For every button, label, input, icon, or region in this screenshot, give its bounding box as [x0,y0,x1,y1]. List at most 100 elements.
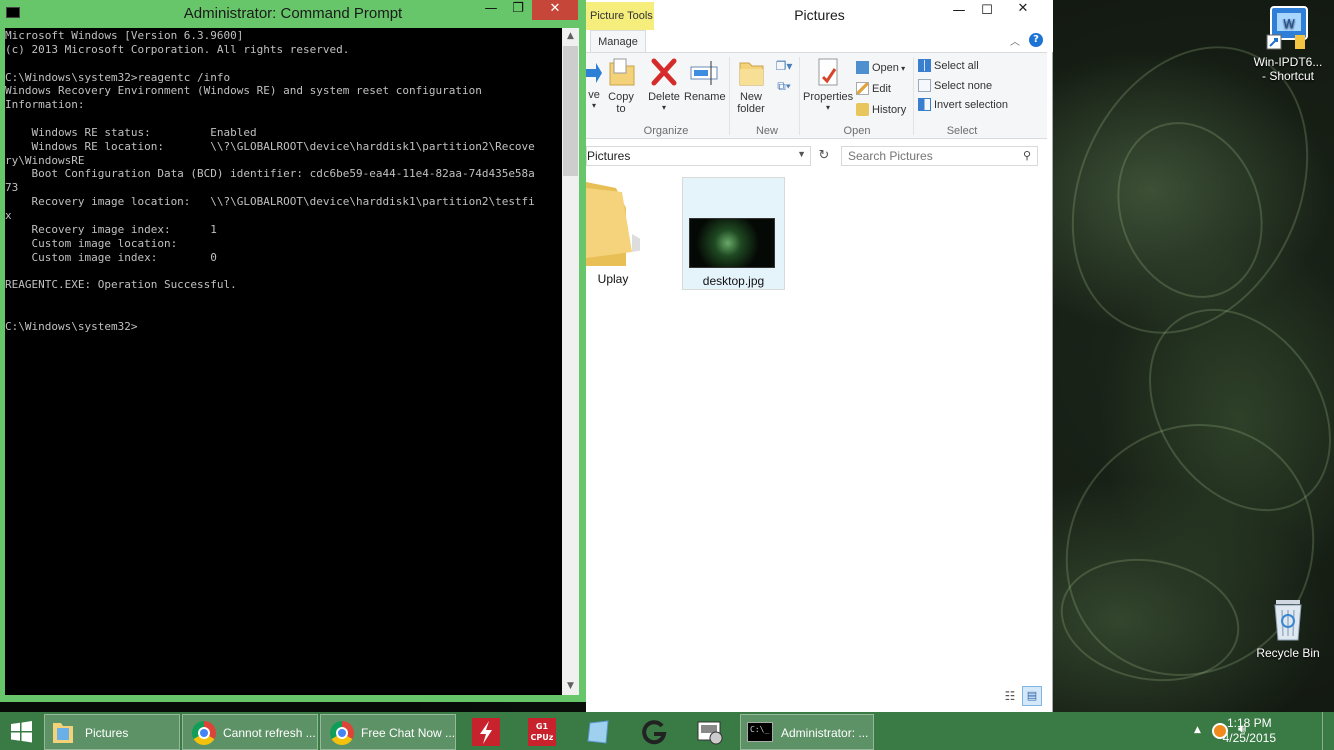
search-box[interactable]: ⚲ [841,146,1038,166]
collapse-ribbon-icon[interactable]: ︿ [1010,33,1020,48]
folder-icon [51,719,75,745]
explorer-titlebar[interactable]: Picture Tools Pictures — ☐ ✕ [586,0,1053,30]
file-explorer-window[interactable]: Picture Tools Pictures — ☐ ✕ Manage ︿ ? … [586,0,1053,712]
file-item-folder[interactable]: Uplay [586,178,656,290]
show-desktop-button[interactable] [1322,712,1328,750]
search-icon[interactable]: ⚲ [1023,149,1031,162]
system-clock[interactable]: 1:18 PM 4/25/2015 [1223,716,1276,746]
close-button[interactable]: ✕ [1000,0,1046,20]
taskbar-item-notes[interactable] [574,714,622,750]
minimize-button[interactable]: — [476,0,506,20]
command-prompt-window[interactable]: Administrator: Command Prompt — ❐ ✕ Micr… [0,0,586,702]
address-bar[interactable]: Pictures ▼ [586,146,811,166]
properties-button[interactable]: Properties ▾ [803,57,853,112]
taskbar-label: Free Chat Now ... [361,726,456,740]
easy-access-icon: ⧉▾ [777,79,791,93]
cpuz-icon: G1 CPUz [528,718,556,746]
console-output[interactable]: Microsoft Windows [Version 6.3.9600] (c)… [5,28,562,695]
taskbar-item-cmd[interactable]: C:\_ Administrator: ... [740,714,874,750]
select-none-icon [918,79,931,92]
help-icon[interactable]: ? [1029,33,1043,47]
move-to-label: ve [588,89,600,101]
cmd-icon: C:\_ [747,722,773,742]
dropdown-arrow-icon: ▾ [661,103,666,112]
taskbar-item-cpuz[interactable]: G1 CPUz [518,714,566,750]
large-icons-view-icon[interactable]: ▤ [1022,686,1042,706]
close-button[interactable]: ✕ [532,0,578,20]
taskbar-item-chrome-1[interactable]: Cannot refresh ... [182,714,318,750]
maximize-button[interactable]: ☐ [972,2,1002,22]
view-toggle: ☷ ▤ [1002,686,1042,706]
history-button[interactable]: History [856,103,906,116]
minimize-button[interactable]: — [944,2,974,22]
address-path: Pictures [587,149,631,163]
picture-tools-context-tab[interactable]: Picture Tools [586,2,654,30]
rename-button[interactable]: Rename [684,57,726,103]
edit-icon [856,82,869,95]
move-to-button[interactable]: ve ▾ [586,57,602,110]
invert-selection-icon [918,98,931,111]
taskbar-item-tool[interactable] [686,714,734,750]
group-label-new: New [755,125,778,137]
vertical-scrollbar[interactable]: ▲ ▼ [562,28,579,695]
select-all-icon [918,59,931,72]
image-thumbnail [689,218,775,268]
properties-icon [813,57,843,89]
taskbar-item-chrome-2[interactable]: Free Chat Now ... [320,714,456,750]
notes-icon [586,719,610,745]
tool-icon [696,718,724,746]
shortcut-icon: W [1265,5,1311,51]
scroll-down-icon[interactable]: ▼ [562,678,579,695]
group-separator [799,57,800,135]
chrome-icon [330,721,354,745]
windows-logo-icon [11,721,32,743]
recycle-bin-icon [1268,596,1308,642]
delete-button[interactable]: Delete ▾ [646,57,682,112]
file-item-image[interactable]: desktop.jpg [682,177,785,290]
scroll-up-icon[interactable]: ▲ [562,28,579,45]
copy-to-button[interactable]: Copy to [604,57,638,115]
new-folder-icon [736,57,766,89]
maximize-button[interactable]: ❐ [503,0,533,20]
new-item-button[interactable]: ❐▾ [772,59,796,73]
group-label-organize: Organize [643,125,689,137]
scroll-thumb[interactable] [563,46,578,176]
select-none-button[interactable]: Select none [918,79,992,92]
file-name: Uplay [597,272,629,286]
flash-icon [472,718,500,746]
desktop-recycle-bin[interactable]: Recycle Bin [1252,596,1324,660]
refresh-icon[interactable]: ↻ [814,146,834,166]
new-folder-label: New [739,91,762,103]
open-label: Open [872,62,899,74]
delete-icon [649,57,679,89]
tab-manage[interactable]: Manage [590,30,646,53]
clock-time: 1:18 PM [1226,716,1272,730]
desktop-shortcut[interactable]: W Win-IPDT6... - Shortcut [1252,5,1324,83]
open-icon [856,61,869,74]
new-folder-button[interactable]: New folder [733,57,769,115]
taskbar-item-flash[interactable] [462,714,510,750]
taskbar-item-logitech[interactable] [630,714,678,750]
ribbon-tabs: Manage ︿ ? [586,30,1053,53]
history-icon [856,103,869,116]
file-name: desktop.jpg [702,274,765,288]
logitech-icon [640,718,668,746]
group-label-select: Select [946,125,978,137]
folder-icon [586,178,656,270]
copy-to-label: to [616,103,626,115]
easy-access-button[interactable]: ⧉▾ [772,79,796,94]
taskbar-item-pictures[interactable]: Pictures [44,714,180,750]
open-button[interactable]: Open ▾ [856,61,905,74]
invert-selection-button[interactable]: Invert selection [918,98,1008,111]
edit-button[interactable]: Edit [856,82,891,95]
select-all-button[interactable]: Select all [918,59,979,72]
chevron-down-icon[interactable]: ▼ [797,149,806,159]
start-button[interactable] [0,714,42,750]
show-hidden-icons-icon[interactable]: ▲ [1194,725,1201,735]
cmd-titlebar[interactable]: Administrator: Command Prompt — ❐ ✕ [0,0,586,28]
select-none-label: Select none [934,80,993,92]
taskbar-label: Cannot refresh ... [223,726,316,740]
search-input[interactable] [842,147,1012,165]
details-view-icon[interactable]: ☷ [1002,688,1018,704]
rename-label: Rename [684,91,726,103]
